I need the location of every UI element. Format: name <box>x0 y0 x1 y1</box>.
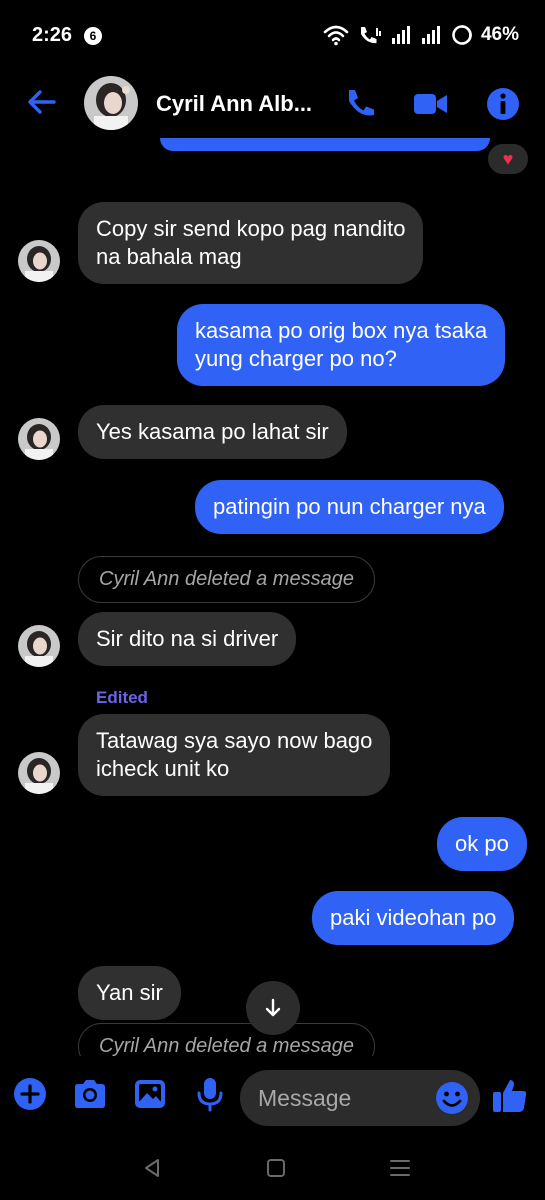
scroll-to-bottom-button[interactable] <box>246 981 300 1035</box>
system-navigation-bar <box>0 1136 545 1200</box>
status-icons: 46% <box>323 22 519 48</box>
video-call-icon[interactable] <box>410 84 450 124</box>
sender-avatar[interactable] <box>18 752 60 794</box>
volte-call-icon <box>360 27 381 44</box>
incoming-message[interactable]: Sir dito na si driver <box>78 612 297 666</box>
thumbs-up-icon[interactable] <box>490 1076 530 1116</box>
back-nav-icon[interactable] <box>138 1154 166 1182</box>
recents-nav-icon[interactable] <box>386 1154 414 1182</box>
heart-reaction[interactable]: ♥ <box>486 142 530 176</box>
outgoing-message[interactable]: paki videohan po <box>312 891 515 945</box>
info-icon[interactable] <box>483 84 523 124</box>
microphone-icon[interactable] <box>192 1076 228 1112</box>
status-time: 2:26 <box>32 24 73 46</box>
emoji-icon[interactable] <box>434 1080 470 1116</box>
message-composer <box>0 1056 545 1136</box>
deleted-message-notice: Cyril Ann deleted a message <box>78 1023 375 1056</box>
heart-icon: ♥ <box>502 148 514 169</box>
contact-avatar[interactable] <box>84 76 138 130</box>
back-arrow-icon[interactable] <box>24 84 60 120</box>
sender-avatar[interactable] <box>18 625 60 667</box>
phone-call-icon[interactable] <box>340 84 380 124</box>
arrow-down-icon <box>265 998 281 1017</box>
battery-percent: 46% <box>480 24 519 45</box>
incoming-message[interactable]: Yes kasama po lahat sir <box>78 405 347 459</box>
edited-label: Edited <box>96 688 148 707</box>
contact-name[interactable]: Cyril Ann Alb... <box>156 91 312 117</box>
signal-icon-2 <box>421 26 440 44</box>
outgoing-message[interactable]: patingin po nun charger nya <box>195 480 504 534</box>
sender-avatar[interactable] <box>18 240 60 282</box>
outgoing-message[interactable]: ok po <box>437 817 527 871</box>
conversation-header: Cyril Ann Alb... <box>0 70 545 138</box>
notification-badge: 6 <box>84 27 102 45</box>
deleted-message-notice: Cyril Ann deleted a message <box>78 556 375 603</box>
incoming-message[interactable]: Copy sir send kopo pag nandito na bahala… <box>78 202 424 284</box>
battery-icon <box>452 25 472 45</box>
plus-icon[interactable] <box>12 1076 48 1112</box>
signal-icon-1 <box>391 26 410 44</box>
wifi-icon <box>323 25 349 46</box>
home-nav-icon[interactable] <box>262 1154 290 1182</box>
image-icon[interactable] <box>132 1076 168 1112</box>
previous-outgoing-bubble[interactable] <box>160 138 490 151</box>
incoming-message[interactable]: Yan sir <box>78 966 181 1020</box>
message-list[interactable]: ♥ Copy sir send kopo pag nandito na baha… <box>0 138 545 1056</box>
outgoing-message[interactable]: kasama po orig box nya tsaka yung charge… <box>177 304 506 386</box>
sender-avatar[interactable] <box>18 418 60 460</box>
status-bar: 2:26 6 46% <box>0 0 545 70</box>
incoming-message[interactable]: Tatawag sya sayo now bago icheck unit ko <box>78 714 391 796</box>
camera-icon[interactable] <box>72 1076 108 1112</box>
